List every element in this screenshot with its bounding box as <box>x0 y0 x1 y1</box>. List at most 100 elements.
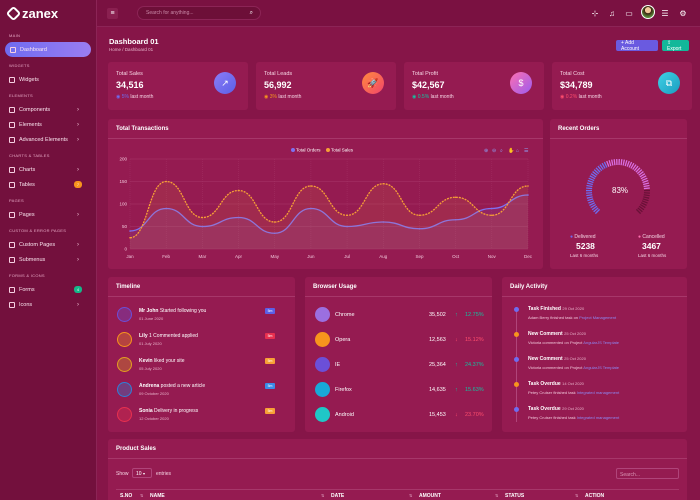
chart-toolbar-icon[interactable]: ⊕ <box>484 148 488 154</box>
gauge-tick <box>606 160 610 167</box>
activity-dot-icon <box>514 307 519 312</box>
brand-logo[interactable]: zanex <box>0 0 96 27</box>
activity-date: 29 Oct 2020 <box>562 406 584 411</box>
delivered-note: Last 6 months <box>570 253 599 258</box>
sort-icon[interactable]: ⇅ <box>495 493 498 498</box>
stat-delta-row: ◉ 3% last month <box>264 94 301 100</box>
sidebar-item-label: Charts <box>19 166 36 173</box>
gauge-tick <box>642 179 649 184</box>
legend-label[interactable]: Total Sales <box>331 148 354 153</box>
activity-link[interactable]: AngularJS Template <box>583 340 619 345</box>
chart-toolbar-icon[interactable]: ⊖ <box>492 148 496 154</box>
arrow-up-icon: ↑ <box>455 387 458 393</box>
column-header-sno[interactable]: S.NO <box>120 493 132 499</box>
timeline-text: Andrena posted a new article <box>139 383 205 389</box>
menu-toggle-icon[interactable]: ≡ <box>107 8 118 19</box>
stat-label: Total Profit <box>412 71 438 77</box>
activity-link[interactable]: Integrated management <box>577 415 619 420</box>
sort-icon[interactable]: ⇅ <box>575 493 578 498</box>
entries-select[interactable]: 10 ▾ <box>132 468 152 478</box>
add-account-button[interactable]: + Add Account <box>616 40 658 52</box>
gauge-tick <box>587 198 594 202</box>
timeline-item[interactable]: Kevin liked your site 05 July 2020 5m <box>108 355 295 377</box>
fullscreen-icon[interactable]: ⊹ <box>590 8 600 18</box>
sort-icon[interactable]: ⇅ <box>321 493 324 498</box>
sort-icon[interactable]: ⇅ <box>409 493 412 498</box>
sidebar-item-tables[interactable]: Tables 7 <box>0 177 96 192</box>
data-point <box>201 216 204 219</box>
browser-row[interactable]: IE 25,364 ↑ 24.37% <box>305 355 492 377</box>
sidebar-item-icons[interactable]: Icons › <box>0 297 96 312</box>
sidebar-item-components[interactable]: Components › <box>0 102 96 117</box>
browser-row[interactable]: Opera 12,563 ↓ 15.12% <box>305 330 492 352</box>
count-badge: 4 <box>74 286 82 293</box>
arrow-down-icon: ↓ <box>455 412 458 418</box>
activity-link[interactable]: Project Management <box>579 315 616 320</box>
activity-link[interactable]: Integrated management <box>577 390 619 395</box>
ie-icon <box>315 357 330 372</box>
breadcrumb-home[interactable]: Home <box>109 47 121 52</box>
sidebar-item-advanced-elements[interactable]: Advanced Elements › <box>0 132 96 147</box>
column-header-name[interactable]: NAME <box>150 493 165 499</box>
sidebar-item-label: Advanced Elements <box>19 136 68 143</box>
activity-item[interactable]: Task Overdue 29 Oct 2020 Petey Cruiser fi… <box>502 404 687 426</box>
browser-row[interactable]: Firefox 14,635 ↑ 15.63% <box>305 380 492 402</box>
sidebar-item-charts[interactable]: Charts › <box>0 162 96 177</box>
sidebar-item-submenus[interactable]: Submenus › <box>0 252 96 267</box>
column-header-amount[interactable]: AMOUNT <box>419 493 441 499</box>
legend-label[interactable]: Total Orders <box>296 148 321 153</box>
chart-toolbar-icon[interactable]: ✋ <box>508 147 514 154</box>
bell-icon[interactable]: ♫ <box>607 8 617 18</box>
sidebar-item-label: Elements <box>19 121 42 128</box>
menu-icon[interactable]: ☰ <box>660 8 670 18</box>
gear-icon[interactable]: ⚙ <box>678 8 688 18</box>
sidebar-item-custom-pages[interactable]: Custom Pages › <box>0 237 96 252</box>
stat-delta: 5% <box>121 94 129 100</box>
x-tick-label: Jan <box>126 254 134 259</box>
column-header-status[interactable]: STATUS <box>505 493 524 499</box>
gauge-tick <box>643 182 650 186</box>
browser-row[interactable]: Chrome 35,502 ↑ 12.75% <box>305 305 492 327</box>
widgets-icon <box>9 76 15 83</box>
nav-section-title: FORMS & ICONS <box>9 273 45 278</box>
export-button[interactable]: ⇪ Export <box>662 40 689 52</box>
sidebar-item-dashboard[interactable]: Dashboard <box>5 42 91 57</box>
sidebar-item-elements[interactable]: Elements › <box>0 117 96 132</box>
sidebar-item-forms[interactable]: Forms 4 <box>0 282 96 297</box>
sort-icon[interactable]: ⇅ <box>140 493 143 498</box>
timeline-tag: 5m <box>265 358 275 364</box>
sidebar-item-label: Tables <box>19 181 35 188</box>
gauge-tick <box>620 159 623 166</box>
search-icon[interactable]: ⌕ <box>250 10 253 17</box>
column-header-date[interactable]: DATE <box>331 493 344 499</box>
activity-item[interactable]: New Comment 25 Oct 2020 Victoria commente… <box>502 329 687 351</box>
gauge-tick <box>588 200 595 204</box>
activity-item[interactable]: New Comment 25 Oct 2020 Victoria commente… <box>502 354 687 376</box>
cancelled-value: 3467 <box>642 241 661 251</box>
message-icon[interactable]: ▭ <box>624 8 634 18</box>
activity-heading: Task Overdue 29 Oct 2020 <box>528 406 584 412</box>
column-header-action[interactable]: ACTION <box>585 493 604 499</box>
sidebar-item-widgets[interactable]: Widgets <box>0 72 96 87</box>
chart-toolbar-icon[interactable]: ⌂ <box>516 148 519 154</box>
timeline-tag: 5m <box>265 408 275 414</box>
chart-toolbar-icon[interactable]: ☰ <box>524 148 529 154</box>
timeline-item[interactable]: Mr John Started following you 01 June 202… <box>108 305 295 327</box>
timeline-item[interactable]: Lily 1 Commented applied 01 July 2020 5m <box>108 330 295 352</box>
activity-item[interactable]: Task Finished 29 Oct 2020 Adam Berry fini… <box>502 304 687 326</box>
sidebar-item-pages[interactable]: Pages › <box>0 207 96 222</box>
avatar[interactable] <box>641 5 655 19</box>
timeline-item[interactable]: Sonia Delivery in progress 12 October 202… <box>108 405 295 427</box>
timeline-item[interactable]: Andrena posted a new article 09 October 2… <box>108 380 295 402</box>
activity-item[interactable]: Task Overdue 14 Oct 2020 Petey Cruiser fi… <box>502 379 687 401</box>
table-search-input[interactable]: Search... <box>616 468 679 479</box>
y-tick-label: 150 <box>119 179 127 184</box>
search-input[interactable]: Search for anything... ⌕ <box>137 6 261 20</box>
data-point <box>310 185 312 187</box>
stat-value: 56,992 <box>264 80 292 90</box>
x-tick-label: May <box>270 254 279 259</box>
browser-row[interactable]: Android 15,453 ↓ 23.70% <box>305 405 492 427</box>
gauge-tick <box>643 196 650 199</box>
chart-toolbar-icon[interactable]: ⌕ <box>500 148 503 154</box>
activity-link[interactable]: AngularJS Template <box>583 365 619 370</box>
